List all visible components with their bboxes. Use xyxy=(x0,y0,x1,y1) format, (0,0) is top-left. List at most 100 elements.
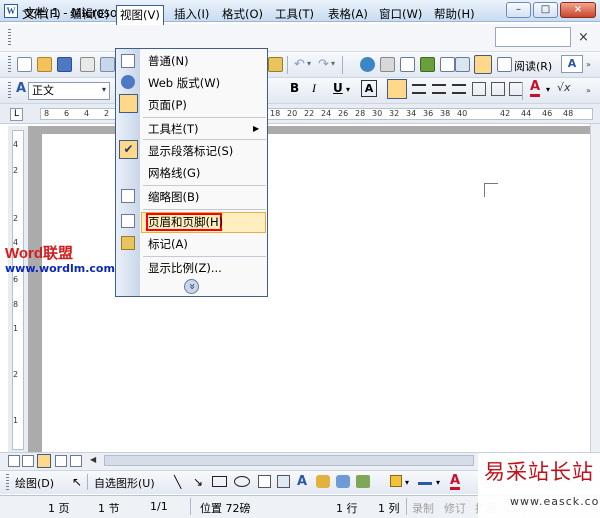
toolbar-grip[interactable] xyxy=(8,56,11,74)
autoshapes-button[interactable]: 自选图形(U) xyxy=(94,475,155,491)
menu-edit[interactable]: 编辑(E) xyxy=(68,6,111,23)
expand-menu-icon[interactable]: » xyxy=(184,279,199,294)
menu-item-toolbars[interactable]: 工具栏(T) xyxy=(148,120,199,138)
vertical-scrollbar[interactable] xyxy=(590,124,600,452)
help-question-input[interactable] xyxy=(495,27,571,47)
menu-file[interactable]: 文件(F) xyxy=(20,6,63,23)
oval-icon[interactable] xyxy=(234,476,250,487)
picture-icon[interactable] xyxy=(356,475,370,488)
menu-item-zoom[interactable]: 显示比例(Z)... xyxy=(148,259,222,277)
diagram-icon[interactable] xyxy=(316,475,330,488)
menu-insert[interactable]: 插入(I) xyxy=(172,6,211,23)
line-spacing-button[interactable] xyxy=(472,82,486,96)
menu-item-markup[interactable]: 标记(A) xyxy=(148,235,188,253)
menu-tools[interactable]: 工具(T) xyxy=(273,6,316,23)
bold-button[interactable]: B xyxy=(290,81,299,95)
tab-selector[interactable]: L xyxy=(10,108,23,121)
menu-item-thumbnails[interactable]: 缩略图(B) xyxy=(148,188,199,206)
underline-button[interactable]: U xyxy=(333,81,343,95)
reading-view-button[interactable] xyxy=(70,455,82,467)
toolbar-grip[interactable] xyxy=(8,82,11,100)
undo-dropdown-icon[interactable]: ▾ xyxy=(307,59,311,68)
document-map-icon[interactable] xyxy=(474,55,492,74)
new-document-icon[interactable] xyxy=(17,57,32,72)
toolbar-options-icon[interactable]: » xyxy=(586,60,591,69)
menu-help[interactable]: 帮助(H) xyxy=(432,6,477,23)
styles-formatting-icon[interactable]: A xyxy=(16,81,26,96)
word-app-icon[interactable]: W xyxy=(4,4,18,18)
menu-window[interactable]: 窗口(W) xyxy=(377,6,424,23)
redo-icon[interactable]: ↷ xyxy=(318,57,329,72)
toolbar-grip[interactable] xyxy=(6,474,9,490)
insert-table-icon[interactable] xyxy=(400,57,415,72)
vertical-textbox-icon[interactable] xyxy=(277,475,290,488)
font-color-button[interactable]: A xyxy=(530,80,541,97)
menu-item-print-layout[interactable]: 页面(P) xyxy=(148,96,187,114)
zoom-icon[interactable]: A xyxy=(561,55,583,73)
rectangle-icon[interactable] xyxy=(212,476,227,487)
normal-view-button[interactable] xyxy=(8,455,20,467)
permission-icon[interactable] xyxy=(80,57,95,72)
line-color-icon[interactable] xyxy=(418,482,432,485)
style-dropdown-icon[interactable]: ▾ xyxy=(102,85,106,94)
menu-item-web-layout[interactable]: Web 版式(W) xyxy=(148,74,220,92)
character-border-button[interactable]: A xyxy=(361,80,377,97)
reading-layout-button[interactable]: 阅读(R) xyxy=(514,58,552,74)
underline-dropdown-icon[interactable]: ▾ xyxy=(346,85,350,94)
bullets-button[interactable] xyxy=(509,82,523,96)
style-select[interactable]: 正文 xyxy=(28,82,110,100)
align-right-button[interactable] xyxy=(432,84,446,94)
columns-icon[interactable] xyxy=(440,57,455,72)
line-icon[interactable]: ╲ xyxy=(174,475,181,489)
horizontal-scrollbar[interactable] xyxy=(104,455,474,466)
print-view-button[interactable] xyxy=(37,454,51,468)
menu-item-show-paragraph-marks[interactable]: 显示段落标记(S) xyxy=(148,142,233,160)
italic-button[interactable]: I xyxy=(312,81,316,96)
show-hide-icon[interactable] xyxy=(497,57,512,72)
insert-excel-icon[interactable] xyxy=(420,57,435,72)
menu-table[interactable]: 表格(A) xyxy=(326,6,370,23)
distributed-align-button[interactable] xyxy=(452,84,466,94)
draw-menu-button[interactable]: 绘图(D) xyxy=(15,475,54,491)
open-folder-icon[interactable] xyxy=(37,57,52,72)
status-record[interactable]: 录制 xyxy=(412,500,434,516)
arrow-icon[interactable]: ↘ xyxy=(193,475,203,489)
fill-color-dropdown-icon[interactable]: ▾ xyxy=(405,478,409,487)
scroll-left-icon[interactable]: ◀ xyxy=(90,455,100,467)
line-color-dropdown-icon[interactable]: ▾ xyxy=(436,478,440,487)
maximize-button[interactable]: □ xyxy=(533,2,558,18)
toolbar-options-icon[interactable]: » xyxy=(586,86,591,95)
menu-item-normal[interactable]: 普通(N) xyxy=(148,52,189,70)
close-window-button[interactable]: × xyxy=(560,2,596,18)
save-icon[interactable] xyxy=(57,57,72,72)
format-painter-icon[interactable] xyxy=(268,57,283,72)
hyperlink-icon[interactable] xyxy=(360,57,375,72)
drawing-icon[interactable] xyxy=(455,57,470,72)
vertical-ruler-track[interactable] xyxy=(12,130,24,450)
menu-item-gridlines[interactable]: 网格线(G) xyxy=(148,164,200,182)
email-icon[interactable] xyxy=(100,57,115,72)
outline-view-button[interactable] xyxy=(55,455,67,467)
align-justify-button[interactable] xyxy=(387,79,407,99)
textbox-icon[interactable] xyxy=(258,475,271,488)
tables-borders-icon[interactable] xyxy=(380,57,395,72)
undo-icon[interactable]: ↶ xyxy=(294,57,305,72)
select-objects-icon[interactable]: ↖ xyxy=(72,475,82,489)
close-document-icon[interactable]: × xyxy=(578,30,589,45)
menu-item-header-footer[interactable]: 页眉和页脚(H) xyxy=(148,213,223,231)
menu-view[interactable]: 视图(V) xyxy=(116,5,164,25)
redo-dropdown-icon[interactable]: ▾ xyxy=(331,59,335,68)
status-track-changes[interactable]: 修订 xyxy=(444,500,466,516)
minimize-button[interactable]: – xyxy=(506,2,531,18)
wordart-icon[interactable]: A xyxy=(297,474,307,489)
font-color-dropdown-icon[interactable]: ▾ xyxy=(546,85,550,94)
equation-button[interactable]: √x xyxy=(557,81,571,94)
align-center-button[interactable] xyxy=(412,84,426,94)
fill-color-icon[interactable] xyxy=(390,475,402,487)
menu-format[interactable]: 格式(O) xyxy=(220,6,265,23)
menubar-grip[interactable] xyxy=(8,29,11,47)
drawing-font-color-icon[interactable]: A xyxy=(450,474,461,490)
web-view-button[interactable] xyxy=(22,455,34,467)
clipart-icon[interactable] xyxy=(336,475,350,488)
numbering-button[interactable] xyxy=(491,82,505,96)
